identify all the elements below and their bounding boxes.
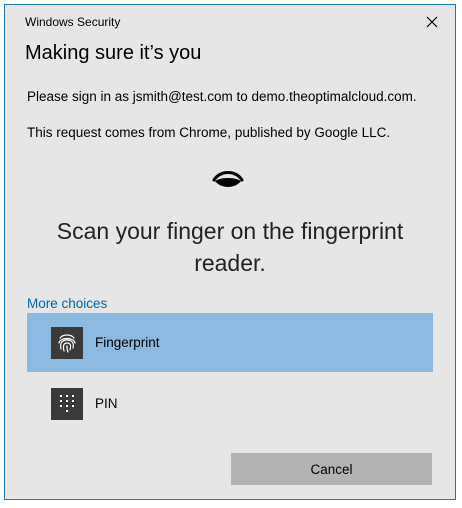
close-button[interactable] [417,11,447,33]
more-choices-link[interactable]: More choices [27,296,107,311]
request-source-text: This request comes from Chrome, publishe… [27,125,391,140]
eye-icon [212,171,244,187]
option-fingerprint[interactable]: Fingerprint [27,313,433,372]
window-title: Windows Security [25,15,121,29]
close-icon [426,16,438,28]
cancel-button[interactable]: Cancel [231,453,432,485]
title-bar: Windows Security [5,5,455,37]
signin-instruction: Please sign in as jsmith@test.com to dem… [27,89,417,104]
windows-security-dialog: Windows Security Making sure it’s you Pl… [4,4,456,500]
option-pin[interactable]: PIN [27,374,433,433]
dialog-heading: Making sure it’s you [25,42,202,64]
fingerprint-icon [51,327,83,359]
option-label: Fingerprint [95,335,160,350]
scan-finger-message: Scan your finger on the fingerprint read… [56,218,404,276]
option-label: PIN [95,396,118,411]
keypad-icon [51,388,83,420]
